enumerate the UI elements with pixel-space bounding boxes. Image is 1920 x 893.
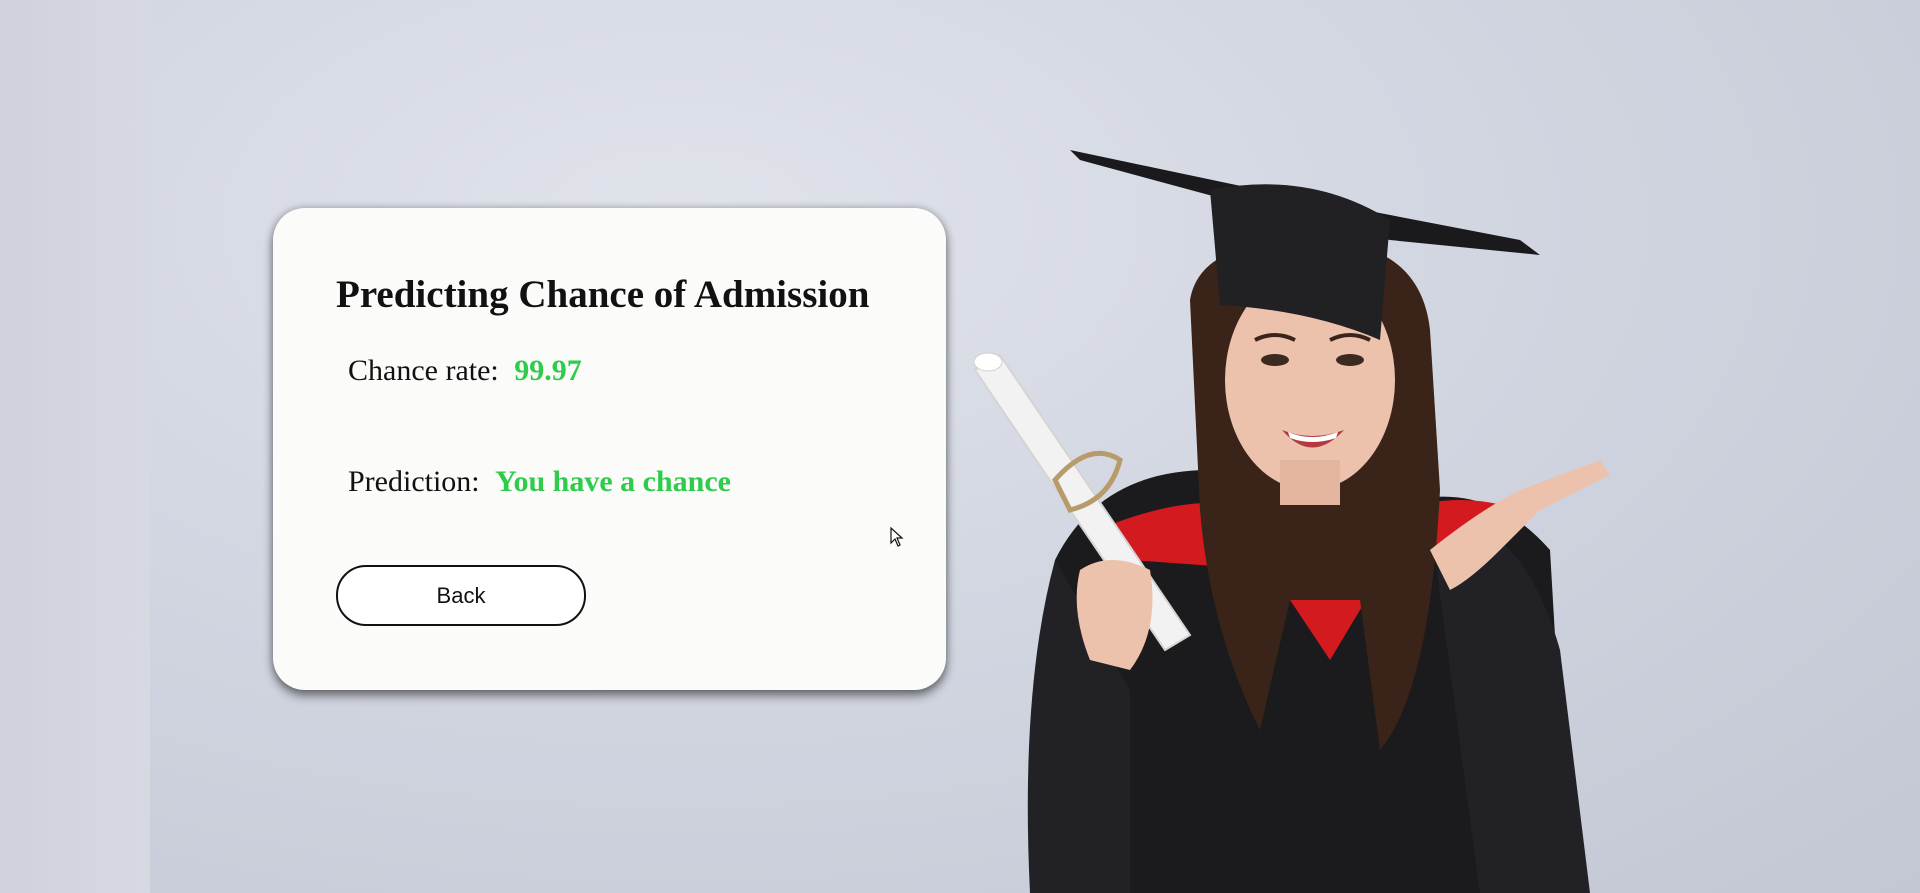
graduate-illustration	[973, 150, 1610, 893]
chance-rate-label: Chance rate:	[348, 354, 499, 387]
mouse-cursor-icon	[890, 527, 904, 547]
neck	[1280, 460, 1340, 505]
chance-rate-value: 99.97	[514, 354, 582, 387]
page-title: Predicting Chance of Admission	[336, 273, 870, 316]
left-edge-strip	[0, 0, 150, 893]
back-button[interactable]: Back	[336, 565, 586, 626]
prediction-row: Prediction: You have a chance	[348, 465, 731, 499]
chance-rate-row: Chance rate: 99.97	[348, 354, 582, 388]
prediction-value: You have a chance	[495, 465, 731, 498]
prediction-label: Prediction:	[348, 465, 480, 498]
result-card: Predicting Chance of Admission Chance ra…	[273, 208, 946, 690]
